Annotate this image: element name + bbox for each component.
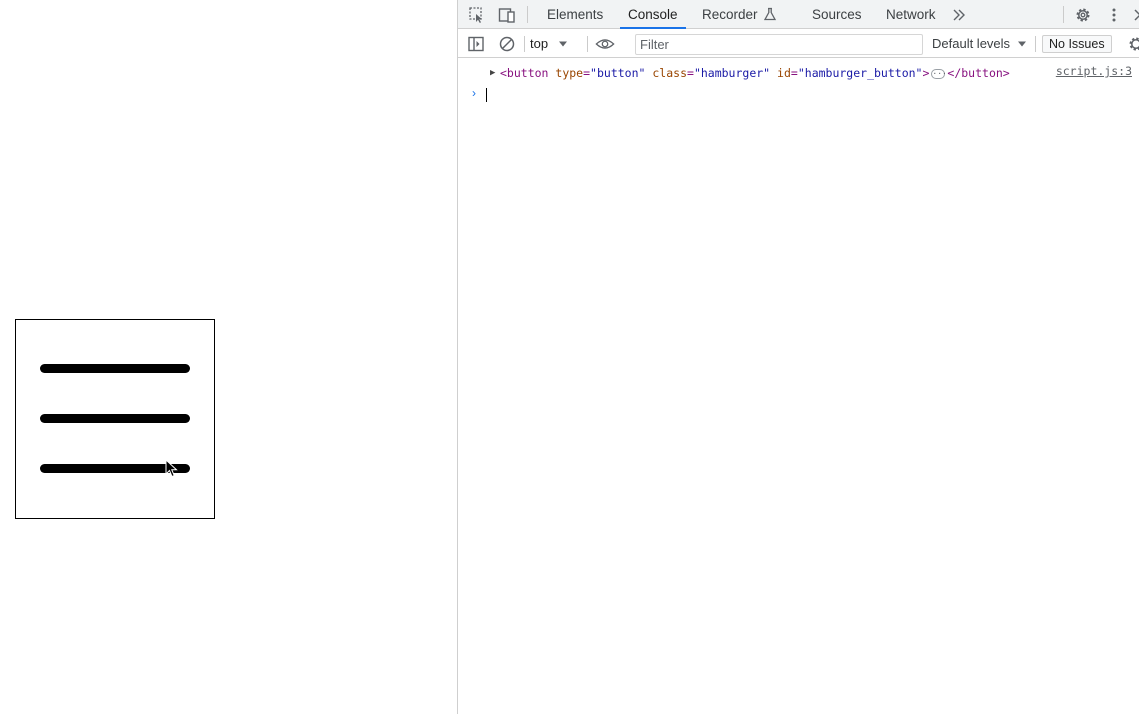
console-settings-icon[interactable]: [1126, 34, 1139, 54]
toolbar-separator-2: [587, 36, 588, 52]
console-input-caret[interactable]: [486, 88, 487, 102]
console-toolbar: top Default levels No Issues: [458, 30, 1139, 58]
tabbar-separator: [527, 6, 528, 23]
open-tag: <button: [500, 66, 549, 80]
toolbar-separator-3: [1035, 36, 1036, 52]
issues-button[interactable]: No Issues: [1042, 35, 1112, 53]
attr-value: "hamburger_button": [797, 66, 923, 80]
context-selector[interactable]: top: [530, 34, 568, 54]
attr-name: id: [777, 66, 791, 80]
attr-value: "hamburger": [693, 66, 771, 80]
mouse-pointer-icon: [165, 459, 178, 478]
tab-recorder-label: Recorder: [702, 7, 758, 22]
attr-name: type: [555, 66, 584, 80]
devtools-tabbar: Elements Console Recorder Sources Networ…: [458, 0, 1139, 29]
kebab-menu-icon[interactable]: [1104, 5, 1124, 25]
log-levels-dropdown[interactable]: Default levels: [932, 34, 1027, 54]
devtools-panel: Elements Console Recorder Sources Networ…: [457, 0, 1139, 714]
source-link[interactable]: script.js:3: [1056, 61, 1132, 81]
sidebar-toggle-icon[interactable]: [466, 34, 486, 54]
close-icon[interactable]: [1130, 5, 1139, 25]
page-viewport: [0, 0, 457, 714]
console-log-entry[interactable]: ▶ <button type="button" class="hamburger…: [458, 63, 1139, 83]
inspect-element-icon[interactable]: [467, 5, 487, 25]
tab-recorder[interactable]: Recorder: [702, 0, 777, 29]
context-label: top: [530, 36, 549, 51]
tab-network[interactable]: Network: [886, 0, 936, 29]
settings-icon[interactable]: [1073, 5, 1093, 25]
open-tag-close: >: [922, 66, 930, 80]
device-toolbar-icon[interactable]: [497, 5, 517, 25]
tab-console[interactable]: Console: [620, 0, 686, 29]
expand-triangle-icon[interactable]: ▶: [490, 63, 495, 83]
hamburger-bar-top: [40, 364, 190, 373]
log-levels-label: Default levels: [932, 36, 1011, 51]
console-filter-input[interactable]: [635, 34, 923, 55]
attr-value: "button": [590, 66, 646, 80]
tab-elements[interactable]: Elements: [547, 0, 603, 29]
console-prompt-icon: ›: [472, 86, 476, 100]
chevron-down-icon: [1017, 41, 1026, 47]
console-output: ▶ <button type="button" class="hamburger…: [458, 59, 1139, 714]
close-tag: </button>: [947, 66, 1010, 80]
hamburger-button[interactable]: [15, 319, 215, 519]
hamburger-bar-middle: [40, 414, 190, 423]
log-element-preview[interactable]: <button type="button" class="hamburger" …: [500, 63, 1010, 83]
eye-icon[interactable]: [595, 34, 615, 54]
flask-icon: [764, 7, 777, 21]
toolbar-separator: [524, 36, 525, 52]
more-tabs-icon[interactable]: [949, 5, 969, 25]
chevron-down-icon: [558, 41, 567, 47]
tab-sources[interactable]: Sources: [812, 0, 862, 29]
tabbar-separator-right: [1063, 6, 1064, 23]
clear-console-icon[interactable]: [497, 34, 517, 54]
ellipsis-icon[interactable]: ···: [931, 68, 947, 79]
attr-name: class: [652, 66, 687, 80]
